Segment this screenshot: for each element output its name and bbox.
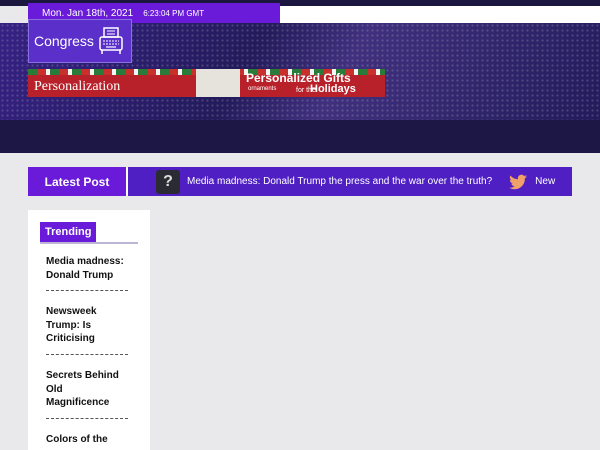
banner-subtext-left: ornaments [248,86,277,92]
ticker-item-link[interactable]: Media madness: Donald Trump the press an… [187,176,492,187]
banner-subtext-right: Holidays [310,83,356,95]
trending-item[interactable]: Colors of the [46,433,128,450]
latest-post-ticker: Latest Post ? Media madness: Donald Trum… [28,167,572,196]
site-logo[interactable]: Congress [28,19,132,63]
trending-sidebar: Trending Media madness: Donald Trump New… [28,210,150,450]
trending-header: Trending [40,222,138,244]
twitter-bird-icon[interactable] [506,169,531,194]
trending-item[interactable]: Newsweek Trump: Is Criticising [46,305,128,355]
site-name: Congress [34,33,94,49]
ticker-item-link[interactable]: New [535,176,555,187]
trending-item[interactable]: Media madness: Donald Trump [46,255,128,292]
banner-product-image [196,69,240,97]
current-date: Mon. Jan 18th, 2021 [42,7,134,19]
trending-title: Trending [40,222,97,242]
nav-strip [0,120,600,153]
trending-list: Media madness: Donald Trump Newsweek Tru… [46,255,128,450]
top-bar-right [280,6,600,23]
ticker-track: ? Media madness: Donald Trump the press … [128,167,572,196]
question-mark-icon[interactable]: ? [156,169,180,194]
ad-banner[interactable]: Personalization Personalized Gifts ornam… [28,69,385,97]
latest-post-label: Latest Post [28,167,126,196]
banner-brand: Personalization [34,79,121,94]
trending-item[interactable]: Secrets Behind Old Magnificence [46,369,128,419]
current-time: 6:23:04 PM GMT [143,8,205,18]
typewriter-icon [99,27,123,54]
